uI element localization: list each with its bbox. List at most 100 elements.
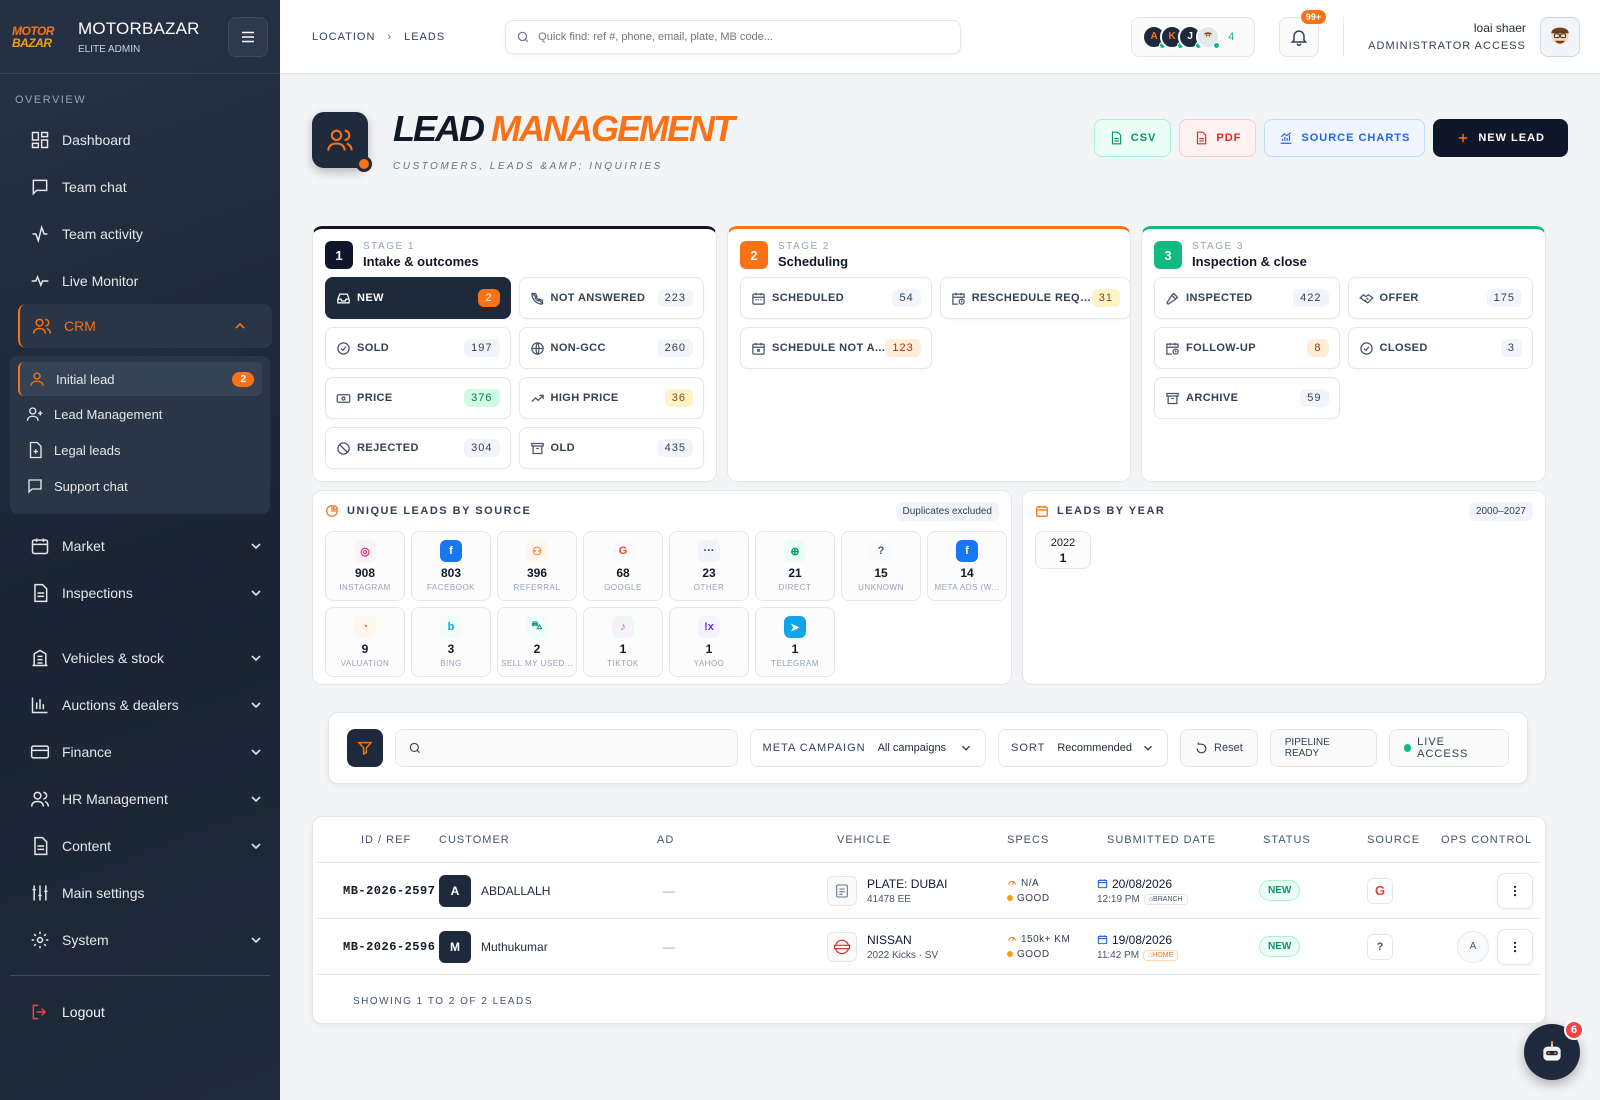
notification-badge: 99+ <box>1300 9 1327 24</box>
chatbot-button[interactable]: 6 <box>1524 1020 1584 1080</box>
sidebar-item-vehicles-stock[interactable]: Vehicles & stock <box>0 634 280 681</box>
sidebar-item-system[interactable]: System <box>0 916 280 963</box>
column-header[interactable]: SUBMITTED DATE <box>1097 834 1259 846</box>
sidebar-item-finance[interactable]: Finance <box>0 728 280 775</box>
sidebar-item-lead-management[interactable]: Lead Management <box>10 396 270 432</box>
stage-filter-not-answered[interactable]: NOT ANSWERED 223 <box>518 277 704 319</box>
sort-select[interactable]: SORT Recommended <box>997 729 1169 767</box>
stage-filter-high-price[interactable]: HIGH PRICE 36 <box>518 377 704 419</box>
stage-filter-closed[interactable]: CLOSED 3 <box>1347 327 1533 369</box>
table-row[interactable]: MB-2026-2596 M Muthukumar — NISSAN 2022 Ki… <box>317 919 1541 975</box>
sidebar-item-team-activity[interactable]: Team activity <box>0 210 280 257</box>
breadcrumb-item[interactable]: LOCATION <box>312 31 375 43</box>
sidebar-item-label: Support chat <box>54 478 128 494</box>
table-row[interactable]: MB-2026-2597 A ABDALLALH — PLATE: DUBAI 41… <box>317 863 1541 919</box>
source-tile[interactable]: ⚇ 396 REFERRAL <box>497 531 577 601</box>
source-tile[interactable]: ··· 23 OTHER <box>669 531 749 601</box>
quick-find-search[interactable] <box>505 19 962 54</box>
source-tile[interactable]: ➤ 1 TELEGRAM <box>755 607 835 677</box>
stage-filter-rejected[interactable]: REJECTED 304 <box>325 427 511 469</box>
customer-name[interactable]: Muthukumar <box>481 940 548 954</box>
question-icon: ? <box>870 540 892 562</box>
table-search[interactable] <box>394 729 738 767</box>
source-tile[interactable]: ? 15 UNKNOWN <box>841 531 921 601</box>
source-tile[interactable]: ◎ 908 INSTAGRAM <box>325 531 405 601</box>
stage-filter-reschedule-requested[interactable]: RESCHEDULE REQU... 31 <box>939 277 1131 319</box>
stage-filter-old[interactable]: OLD 435 <box>518 427 704 469</box>
column-header[interactable]: SOURCE <box>1347 834 1421 846</box>
source-tile[interactable]: ⛍ 2 SELL MY USED... <box>497 607 577 677</box>
new-lead-button[interactable]: NEW LEAD <box>1433 119 1568 157</box>
stage-filter-follow-up[interactable]: FOLLOW-UP 8 <box>1154 327 1340 369</box>
sidebar-item-content[interactable]: Content <box>0 822 280 869</box>
stage-filter-schedule-not-available[interactable]: SCHEDULE NOT A... 123 <box>740 327 932 369</box>
row-menu-button[interactable] <box>1497 928 1533 965</box>
sidebar-item-team-chat[interactable]: Team chat <box>0 163 280 210</box>
globe-icon: ⊕ <box>784 540 806 562</box>
column-header[interactable]: AD <box>627 834 813 846</box>
sidebar-item-main-settings[interactable]: Main settings <box>0 869 280 916</box>
stage-filter-scheduled[interactable]: SCHEDULED 54 <box>740 277 932 319</box>
sidebar-item-initial-lead[interactable]: Initial lead 2 <box>18 362 262 396</box>
column-header[interactable]: CUSTOMER <box>439 834 627 846</box>
sidebar-item-dashboard[interactable]: Dashboard <box>0 116 280 163</box>
source-tile[interactable]: ◔ 9 VALUATION <box>325 607 405 677</box>
sidebar-item-hr-management[interactable]: HR Management <box>0 775 280 822</box>
table-search-input[interactable] <box>429 740 725 756</box>
meta-campaign-select[interactable]: META CAMPAIGN All campaigns <box>749 729 986 767</box>
search-input[interactable] <box>538 30 939 43</box>
column-header[interactable]: ID / REF <box>317 834 439 846</box>
sidebar-item-inspections[interactable]: Inspections <box>0 569 280 616</box>
source-tile[interactable]: ♪ 1 TIKTOK <box>583 607 663 677</box>
sidebar-item-live-monitor[interactable]: Live Monitor <box>0 257 280 304</box>
column-header[interactable]: VEHICLE <box>813 834 1007 846</box>
source-charts-button[interactable]: SOURCE CHARTS <box>1264 119 1426 157</box>
export-pdf-button[interactable]: PDF <box>1179 119 1257 157</box>
customer-name[interactable]: ABDALLALH <box>481 884 550 898</box>
stage-filter-inspected[interactable]: INSPECTED 422 <box>1154 277 1340 319</box>
stage-filter-archive[interactable]: ARCHIVE 59 <box>1154 377 1340 419</box>
sidebar-item-auctions-dealers[interactable]: Auctions & dealers <box>0 681 280 728</box>
row-menu-button[interactable] <box>1497 872 1533 909</box>
filter-bar: META CAMPAIGN All campaigns SORT Recomme… <box>328 712 1528 784</box>
notifications-button[interactable]: 99+ <box>1279 9 1327 57</box>
lead-ref[interactable]: MB-2026-2597 <box>317 884 439 898</box>
brand-logo[interactable]: MOTOR BAZAR <box>12 18 66 56</box>
lead-ref[interactable]: MB-2026-2596 <box>317 940 439 954</box>
sidebar-item-support-chat[interactable]: Support chat <box>10 468 270 504</box>
user-avatar[interactable] <box>1539 16 1580 57</box>
submitted-date: 20/08/2026 <box>1112 876 1173 891</box>
avatar[interactable] <box>1196 24 1221 49</box>
source-tile[interactable]: ⊕ 21 DIRECT <box>755 531 835 601</box>
breadcrumb-item[interactable]: LEADS <box>404 31 445 43</box>
source-tile[interactable]: f 803 FACEBOOK <box>411 531 491 601</box>
menu-toggle-button[interactable] <box>228 16 268 57</box>
live-access-button[interactable]: LIVE ACCESS <box>1388 729 1509 767</box>
chatbot-badge: 6 <box>1564 1020 1584 1040</box>
column-header[interactable]: OPS CONTROL <box>1421 834 1541 846</box>
logout-button[interactable]: Logout <box>0 988 280 1035</box>
filter-button[interactable] <box>347 729 383 767</box>
stage-filter-offer[interactable]: OFFER 175 <box>1347 277 1533 319</box>
sidebar-item-market[interactable]: Market <box>0 522 280 569</box>
stage-filter-non-gcc[interactable]: NON-GCC 260 <box>518 327 704 369</box>
assignee-avatar[interactable]: A <box>1457 930 1489 963</box>
stage-filter-price[interactable]: PRICE 376 <box>325 377 511 419</box>
count-badge: 260 <box>657 339 693 357</box>
source-tile[interactable]: !x 1 YAHOO <box>669 607 749 677</box>
column-header[interactable]: STATUS <box>1259 834 1347 846</box>
column-header[interactable]: SPECS <box>1007 834 1097 846</box>
online-users[interactable]: A K J 4 <box>1131 16 1256 57</box>
stage-filter-new[interactable]: NEW 2 <box>325 277 511 319</box>
sidebar-item-legal-leads[interactable]: Legal leads <box>10 432 270 468</box>
source-tile[interactable]: G 68 GOOGLE <box>583 531 663 601</box>
export-csv-button[interactable]: CSV <box>1093 119 1172 157</box>
stage-filter-sold[interactable]: SOLD 197 <box>325 327 511 369</box>
reset-button[interactable]: Reset <box>1180 729 1258 767</box>
pipeline-ready-button[interactable]: PIPELINE READY <box>1269 729 1377 767</box>
source-tile[interactable]: f 14 META ADS (W... <box>927 531 1007 601</box>
sidebar-item-crm[interactable]: CRM <box>18 304 272 348</box>
year-tile[interactable]: 2022 1 <box>1035 531 1091 569</box>
brand-name: MOTORBAZAR <box>78 18 200 38</box>
source-tile[interactable]: b 3 BING <box>411 607 491 677</box>
